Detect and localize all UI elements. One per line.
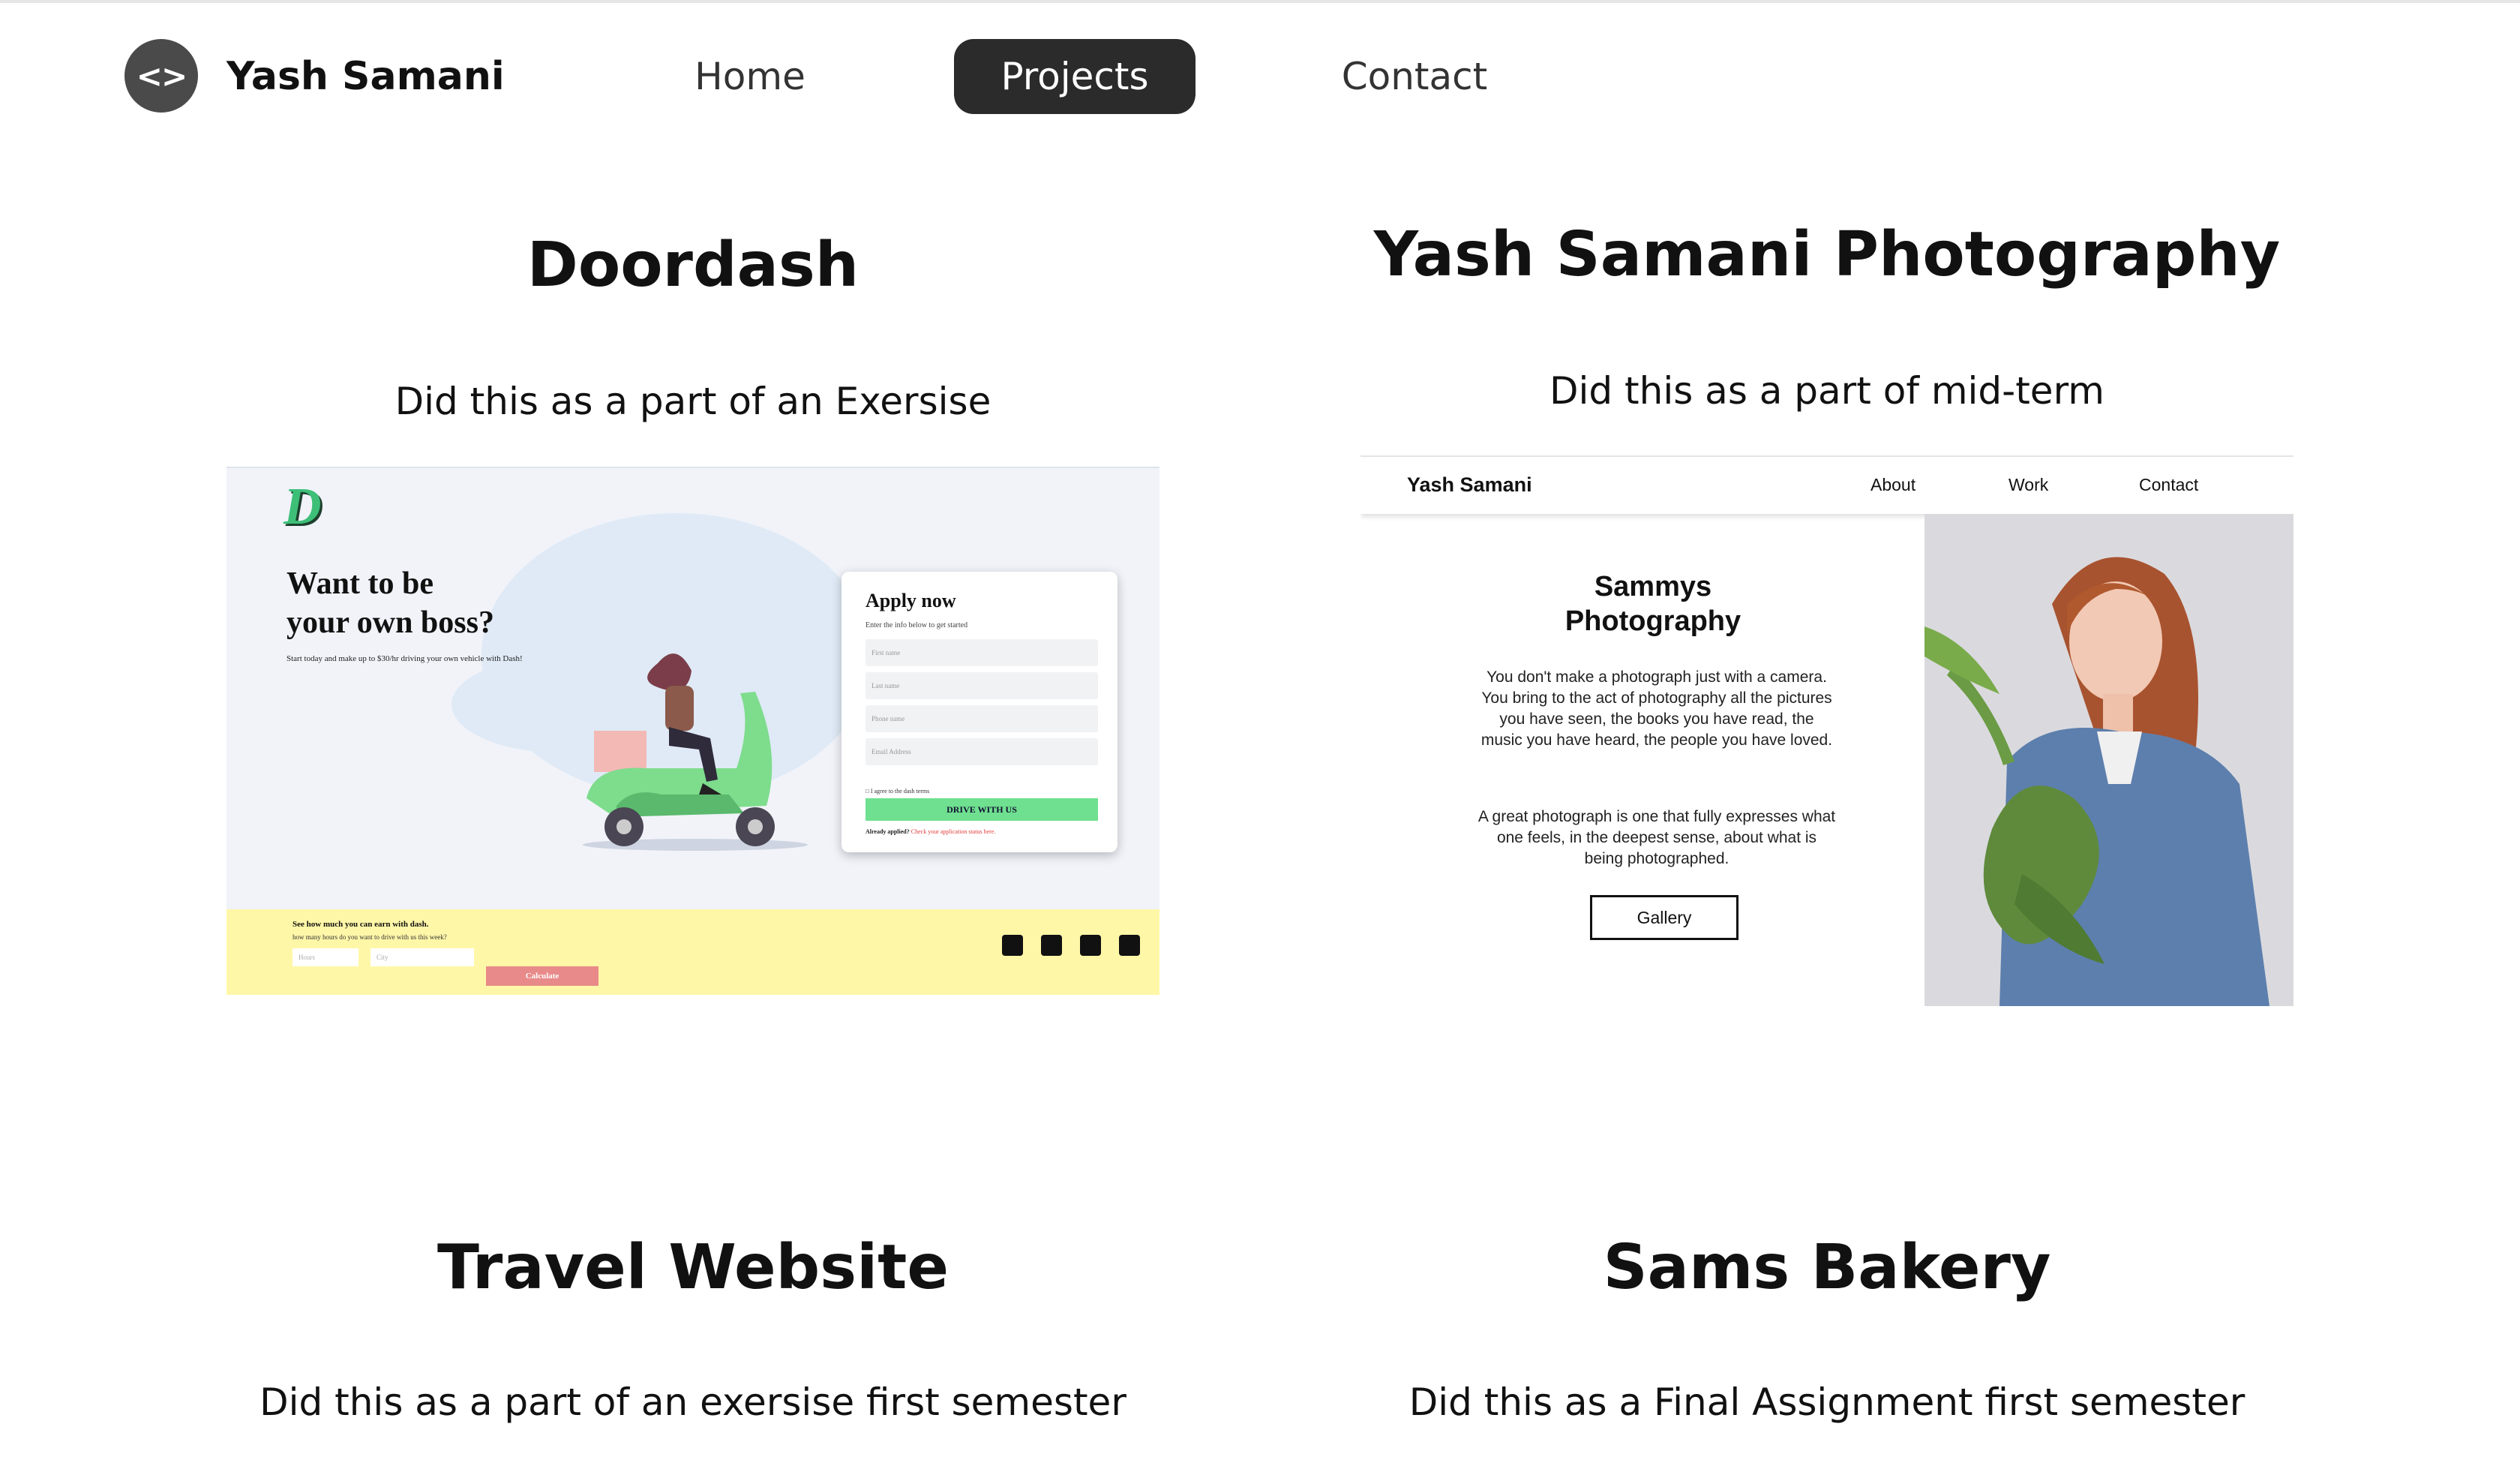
project-description-photography: Did this as a part of mid-term <box>1550 369 2104 413</box>
project-description-doordash: Did this as a part of an Exersise <box>394 380 992 423</box>
city-input: City <box>370 948 474 966</box>
phone-field: Phone name <box>866 705 1098 732</box>
apply-form-card: Apply now Enter the info below to get st… <box>842 572 1118 852</box>
status-link: Check your application status here. <box>910 828 996 835</box>
calculator-title: See how much you can earn with dash. <box>292 920 429 929</box>
code-logo-icon[interactable]: <> <box>124 39 198 113</box>
scooter-rider-illustration <box>583 653 808 851</box>
already-applied-text: Already applied? Check your application … <box>866 828 996 835</box>
photography-quote-2: A great photograph is one that fully exp… <box>1478 808 1836 867</box>
project-title-doordash: Doordash <box>526 230 860 301</box>
photography-nav-contact: Contact <box>2139 475 2199 494</box>
instagram-icon <box>1041 935 1062 956</box>
apply-form-title: Apply now <box>866 590 956 611</box>
photography-nav-about: About <box>1870 475 1916 494</box>
photography-navbar: Yash Samani About Work Contact <box>1360 457 2294 514</box>
gallery-button: Gallery <box>1590 895 1738 940</box>
doordash-headline: Want to be your own boss? <box>286 566 494 640</box>
photography-preview-image[interactable]: Yash Samani About Work Contact Sammys Ph… <box>1360 455 2294 1006</box>
site-brand[interactable]: Yash Samani <box>226 47 505 107</box>
linkedin-icon <box>1080 935 1101 956</box>
email-field: Email Address <box>866 738 1098 765</box>
doordash-preview-image[interactable]: D Want to be your own boss? Start today … <box>226 467 1160 995</box>
nav-projects-link[interactable]: Projects <box>954 39 1196 114</box>
project-description-travel: Did this as a part of an exersise first … <box>260 1380 1126 1424</box>
project-title-photography: Yash Samani Photography <box>1373 219 2281 290</box>
drive-with-us-button: DRIVE WITH US <box>866 798 1098 821</box>
apply-form-subtitle: Enter the info below to get started <box>866 621 968 629</box>
hours-input: Hours <box>292 948 358 966</box>
first-name-field: First name <box>866 639 1098 666</box>
nav-contact-link[interactable]: Contact <box>1312 39 1516 114</box>
terms-checkbox-label: □ I agree to the dash terms <box>866 788 930 795</box>
photography-nav-work: Work <box>2008 475 2049 494</box>
woman-with-plant-illustration <box>1924 514 2294 1006</box>
calculate-button: Calculate <box>486 966 598 986</box>
project-title-bakery: Sams Bakery <box>1603 1232 2051 1303</box>
portrait-photo <box>1924 514 2294 1006</box>
earnings-calculator-bar: See how much you can earn with dash. how… <box>226 909 1160 995</box>
doordash-logo: D <box>284 478 322 536</box>
nav-home-link[interactable]: Home <box>660 39 840 114</box>
last-name-field: Last name <box>866 672 1098 699</box>
checkbox-icon: □ <box>866 788 869 795</box>
photography-heading: Sammys Photography <box>1564 571 1742 637</box>
photography-quote-1: You don't make a photograph just with a … <box>1480 668 1833 749</box>
twitter-icon <box>1119 935 1140 956</box>
calculator-subtitle: how many hours do you want to drive with… <box>292 933 447 941</box>
facebook-icon <box>1002 935 1023 956</box>
photography-brand: Yash Samani <box>1407 473 1532 496</box>
top-border <box>0 0 2520 3</box>
doordash-tagline: Start today and make up to $30/hr drivin… <box>286 654 523 663</box>
project-description-bakery: Did this as a Final Assignment first sem… <box>1408 1380 2246 1424</box>
project-title-travel: Travel Website <box>437 1232 949 1303</box>
